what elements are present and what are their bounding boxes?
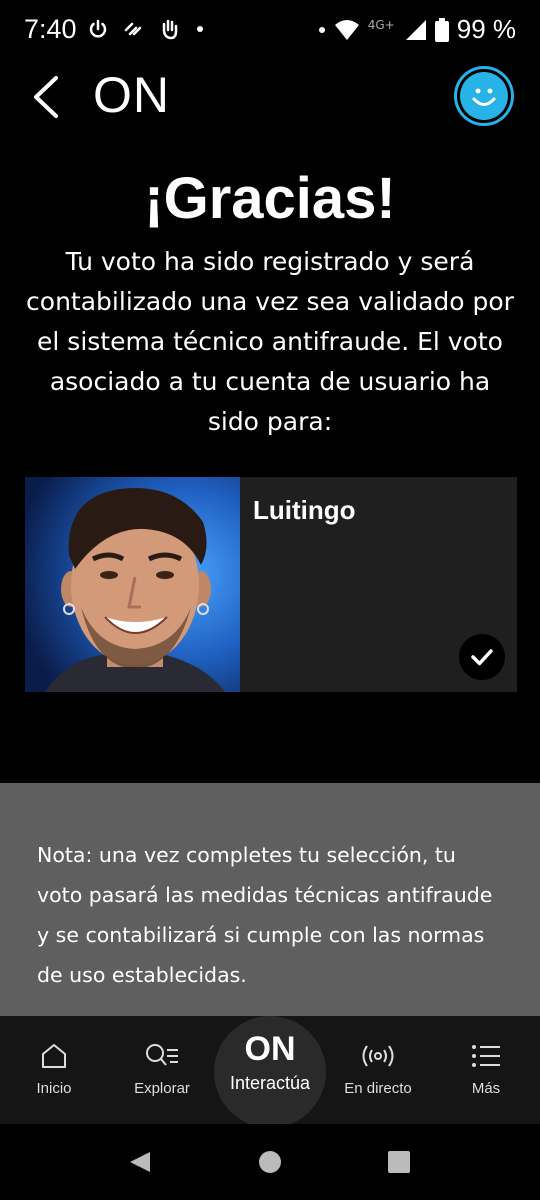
battery-level: 99 % [456,14,516,44]
note-text: Nota: una vez completes tu selección, tu… [37,843,493,987]
hand-wave-icon [162,19,178,40]
dot-icon [318,26,325,33]
system-home-button[interactable] [258,1150,282,1178]
power-icon [89,19,107,38]
thanks-message: Tu voto ha sido registrado y será contab… [26,247,514,436]
search-list-icon [146,1044,178,1066]
square-recents-icon [388,1151,410,1173]
nav-label-inicio: Inicio [36,1080,72,1097]
nav-item-inicio[interactable]: Inicio [4,1040,104,1097]
app-notification-icon [124,22,142,36]
network-type: 4G+ [367,17,395,32]
back-arrow-icon [34,76,58,118]
menu-icon [472,1045,500,1067]
battery-icon [434,17,449,42]
selected-check [459,634,505,680]
brand-logo: ON [93,67,170,123]
candidate-name: Luitingo [253,495,356,525]
signal-icon [405,19,426,40]
note-panel: Nota: una vez completes tu selección, tu… [0,783,540,1016]
checkmark-icon [471,649,493,666]
candidate-photo [25,477,240,692]
broadcast-icon [362,1045,394,1067]
nav-label-interactua: Interactúa [229,1073,311,1093]
smiley-icon [472,88,496,106]
system-recents-button[interactable] [387,1150,411,1178]
thanks-title: ¡Gracias! [144,166,396,231]
nav-label-en-directo: En directo [344,1080,412,1097]
status-time: 7:40 [24,14,77,44]
nav-item-mas[interactable]: Más [436,1040,536,1097]
nav-label-explorar: Explorar [134,1080,190,1097]
triangle-back-icon [130,1152,150,1172]
on-logo: ON [244,1030,296,1068]
system-nav-bar [0,1124,540,1200]
back-button[interactable] [28,72,68,122]
status-bar: 7:40 4G+ 99 % [0,0,540,62]
candidate-card: Luitingo [25,477,517,692]
nav-label-mas: Más [471,1080,501,1097]
user-avatar[interactable] [454,66,514,126]
circle-home-icon [259,1151,281,1173]
nav-item-interactua[interactable]: ON Interactúa [214,1016,326,1128]
home-icon [42,1044,66,1068]
nav-item-en-directo[interactable]: En directo [328,1040,428,1097]
nav-item-explorar[interactable]: Explorar [112,1040,212,1097]
bottom-nav: Inicio Explorar ON Interactúa En directo… [0,1016,540,1128]
app-header: ON [0,62,540,132]
system-back-button[interactable] [128,1150,152,1178]
wifi-icon [334,19,359,40]
dot-icon [197,26,203,32]
